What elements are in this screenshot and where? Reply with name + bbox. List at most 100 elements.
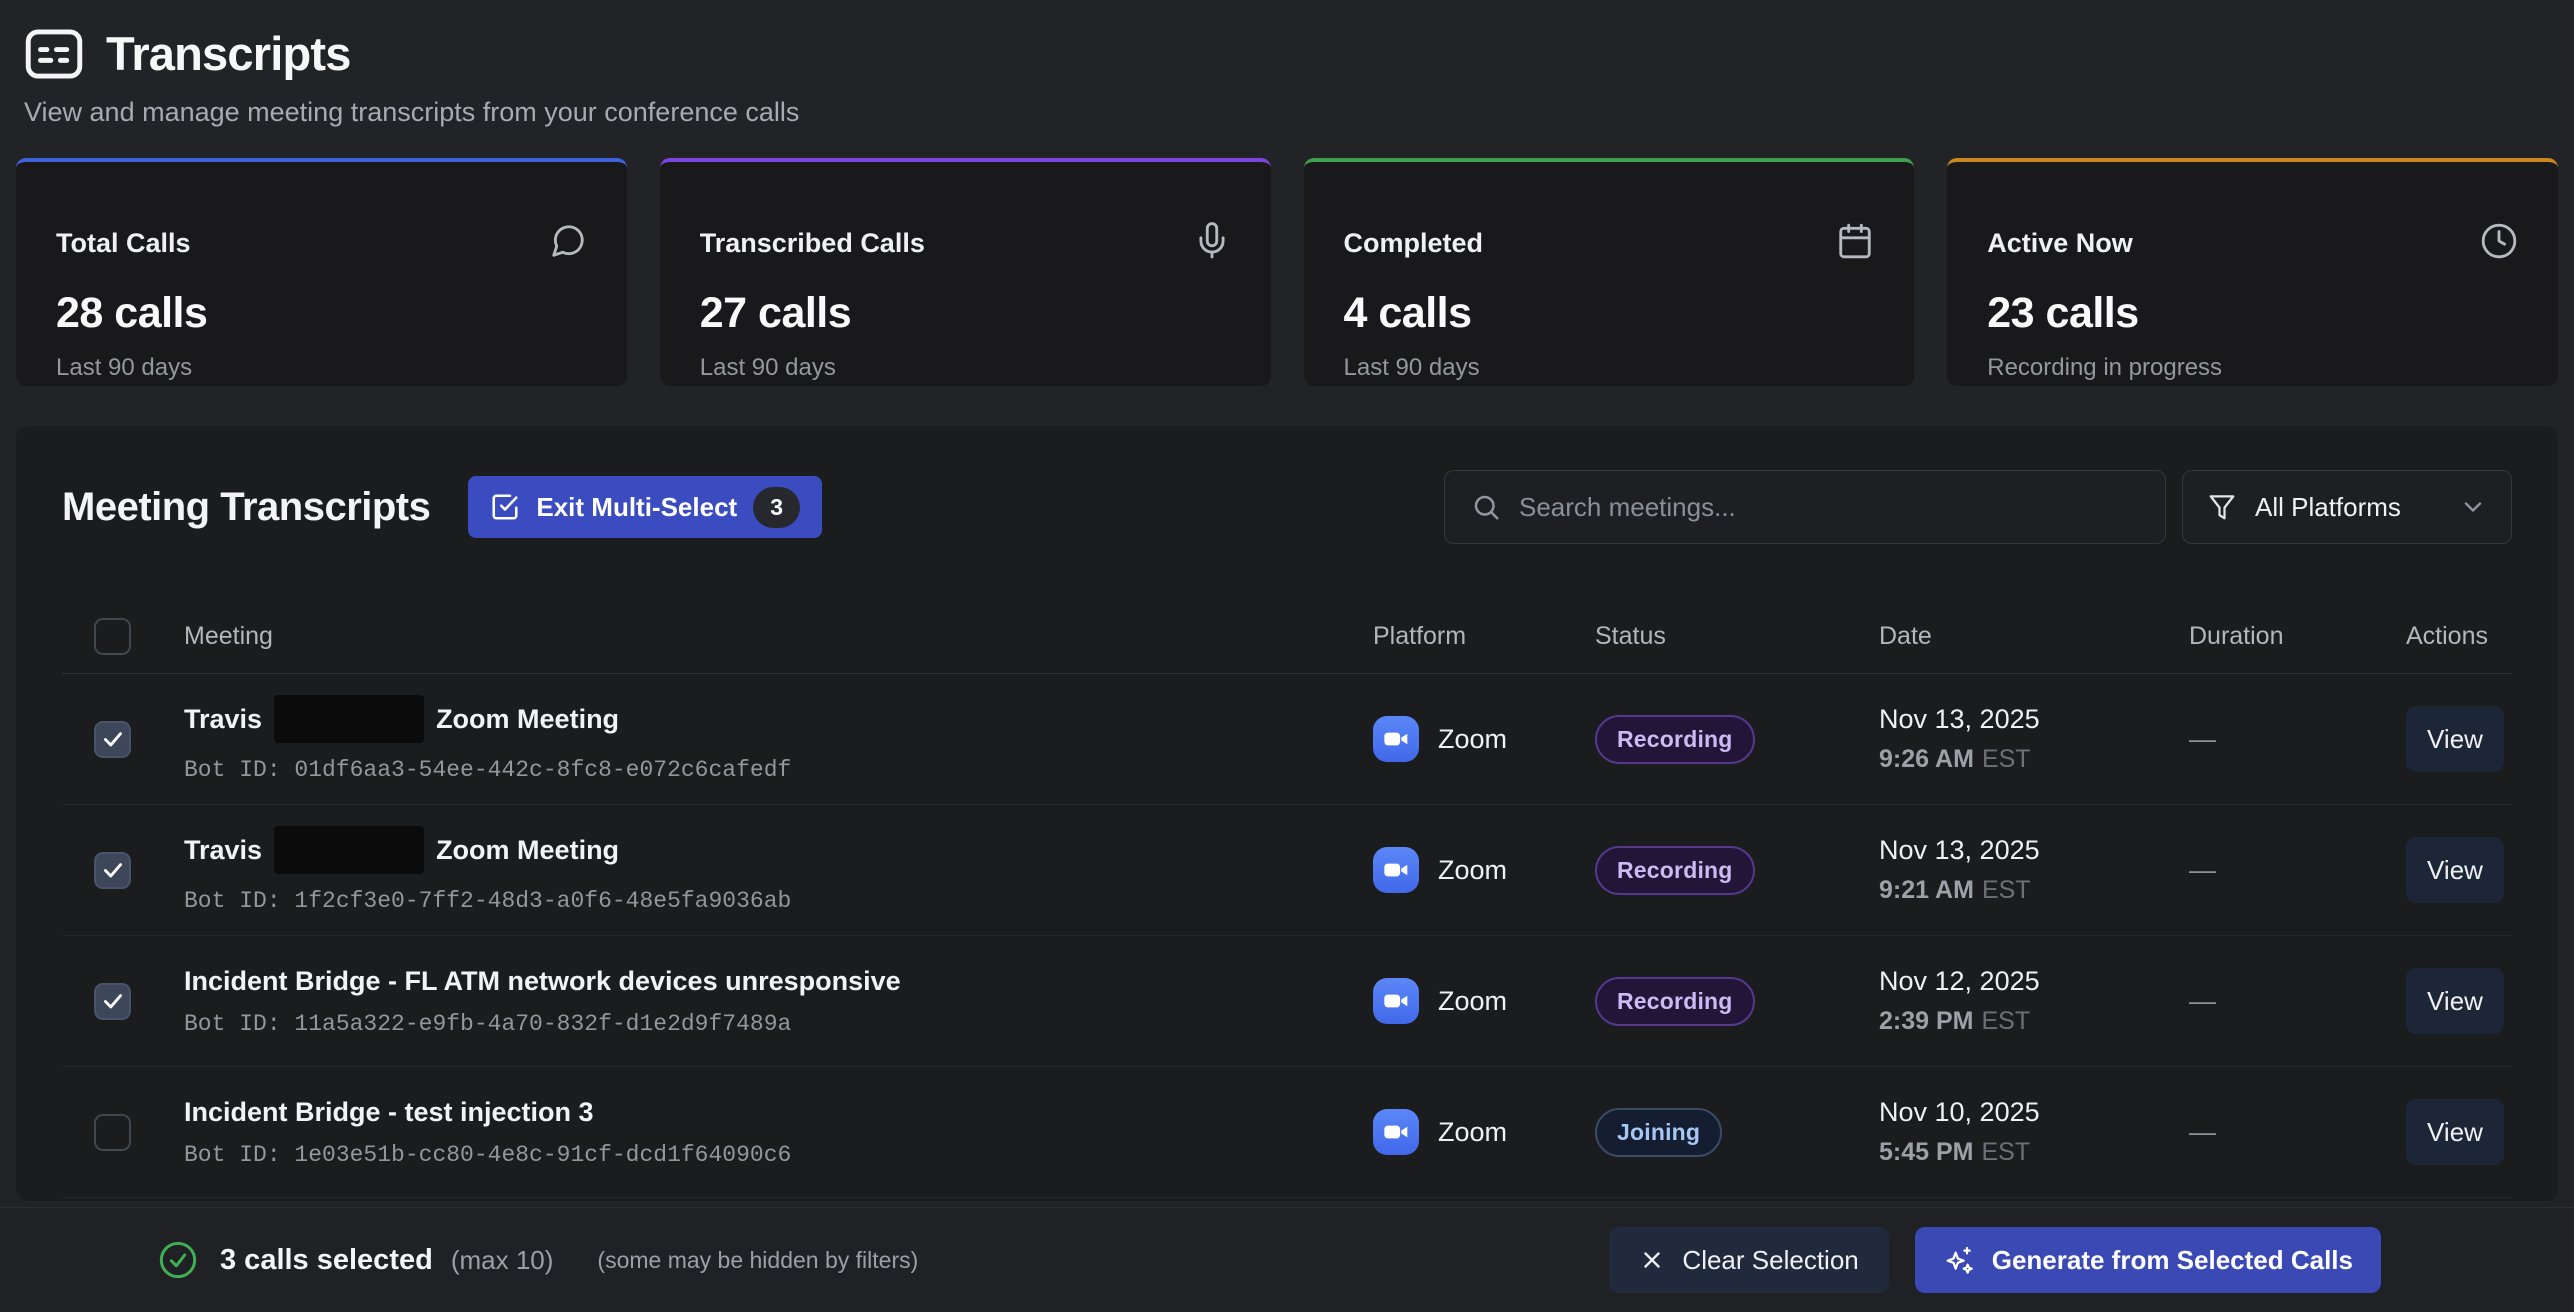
bot-id: Bot ID: 01df6aa3-54ee-442c-8fc8-e072c6ca… [184, 757, 1373, 783]
search-meetings-box[interactable] [1444, 470, 2166, 544]
table-header-row: Meeting Platform Status Date Duration Ac… [62, 600, 2512, 674]
selection-bar: 3 calls selected (max 10) (some may be h… [0, 1207, 2574, 1312]
selection-hidden-note: (some may be hidden by filters) [597, 1247, 918, 1274]
col-header-platform: Platform [1373, 622, 1595, 651]
meeting-time: 5:45 PMEST [1879, 1138, 2189, 1167]
select-all-checkbox[interactable] [94, 618, 131, 655]
meeting-title: Incident Bridge - FL ATM network devices… [184, 966, 1373, 997]
meeting-duration: — [2189, 855, 2406, 886]
meeting-title: Incident Bridge - test injection 3 [184, 1097, 1373, 1128]
meeting-duration: — [2189, 1117, 2406, 1148]
status-badge: Recording [1595, 846, 1755, 895]
stat-card-transcribed-calls: Transcribed Calls 27 calls Last 90 days [660, 158, 1271, 386]
table-row[interactable]: Incident Bridge - test injection 3 Bot I… [62, 1067, 2512, 1198]
clock-icon [2480, 222, 2518, 265]
captions-icon [24, 27, 84, 81]
platform-name: Zoom [1438, 724, 1507, 755]
col-header-actions: Actions [2406, 622, 2512, 651]
stat-label: Total Calls [56, 228, 191, 259]
platform-filter-value: All Platforms [2255, 492, 2441, 523]
meeting-title: Travis Zoom Meeting [184, 826, 1373, 874]
view-button[interactable]: View [2406, 968, 2504, 1034]
row-checkbox[interactable] [94, 721, 131, 758]
col-header-meeting: Meeting [184, 622, 1373, 651]
exit-multi-select-button[interactable]: Exit Multi-Select 3 [468, 476, 822, 538]
page-title: Transcripts [106, 26, 351, 81]
table-row[interactable]: Travis Zoom Meeting Bot ID: 1f2cf3e0-7ff… [62, 805, 2512, 936]
redacted-text [274, 826, 424, 874]
stat-cards: Total Calls 28 calls Last 90 days Transc… [0, 158, 2574, 386]
meeting-title: Travis Zoom Meeting [184, 695, 1373, 743]
stat-value: 27 calls [700, 289, 1231, 338]
meeting-date: Nov 10, 2025 [1879, 1097, 2189, 1128]
stat-label: Completed [1344, 228, 1484, 259]
meeting-transcripts-panel: Meeting Transcripts Exit Multi-Select 3 [16, 426, 2558, 1201]
bot-id: Bot ID: 1e03e51b-cc80-4e8c-91cf-dcd1f640… [184, 1142, 1373, 1168]
stat-sub: Last 90 days [56, 354, 587, 382]
page-subtitle: View and manage meeting transcripts from… [24, 97, 2554, 128]
view-button[interactable]: View [2406, 706, 2504, 772]
sparkles-icon [1943, 1244, 1975, 1276]
zoom-platform-icon [1373, 1109, 1419, 1155]
meeting-date: Nov 12, 2025 [1879, 966, 2189, 997]
stat-label: Transcribed Calls [700, 228, 925, 259]
page-header: Transcripts View and manage meeting tran… [0, 0, 2574, 128]
platform-filter-dropdown[interactable]: All Platforms [2182, 470, 2512, 544]
meeting-time: 9:26 AMEST [1879, 745, 2189, 774]
platform-name: Zoom [1438, 986, 1507, 1017]
status-badge: Recording [1595, 715, 1755, 764]
stat-card-total-calls: Total Calls 28 calls Last 90 days [16, 158, 627, 386]
exit-multi-select-label: Exit Multi-Select [536, 492, 737, 523]
meeting-time: 9:21 AMEST [1879, 876, 2189, 905]
meeting-duration: — [2189, 724, 2406, 755]
row-checkbox[interactable] [94, 1114, 131, 1151]
microphone-icon [1193, 222, 1231, 265]
search-icon [1471, 492, 1501, 522]
bot-id: Bot ID: 1f2cf3e0-7ff2-48d3-a0f6-48e5fa90… [184, 888, 1373, 914]
filter-icon [2207, 492, 2237, 522]
transcripts-table: Meeting Platform Status Date Duration Ac… [62, 600, 2512, 1198]
close-icon [1639, 1247, 1665, 1273]
transcripts-page: Transcripts View and manage meeting tran… [0, 0, 2574, 1312]
zoom-platform-icon [1373, 978, 1419, 1024]
row-checkbox[interactable] [94, 852, 131, 889]
selection-count-badge: 3 [753, 487, 800, 528]
col-header-duration: Duration [2189, 622, 2406, 651]
status-badge: Recording [1595, 977, 1755, 1026]
panel-title: Meeting Transcripts [62, 485, 430, 530]
stat-sub: Recording in progress [1987, 354, 2518, 382]
chevron-down-icon [2459, 493, 2487, 521]
stat-label: Active Now [1987, 228, 2133, 259]
col-header-date: Date [1879, 622, 2189, 651]
stat-sub: Last 90 days [700, 354, 1231, 382]
meeting-date: Nov 13, 2025 [1879, 704, 2189, 735]
view-button[interactable]: View [2406, 837, 2504, 903]
stat-card-completed: Completed 4 calls Last 90 days [1304, 158, 1915, 386]
platform-name: Zoom [1438, 1117, 1507, 1148]
calendar-icon [1836, 222, 1874, 265]
meeting-time: 2:39 PMEST [1879, 1007, 2189, 1036]
stat-card-active-now: Active Now 23 calls Recording in progres… [1947, 158, 2558, 386]
stat-value: 28 calls [56, 289, 587, 338]
status-badge: Joining [1595, 1108, 1722, 1157]
redacted-text [274, 695, 424, 743]
bot-id: Bot ID: 11a5a322-e9fb-4a70-832f-d1e2d9f7… [184, 1011, 1373, 1037]
clear-selection-button[interactable]: Clear Selection [1609, 1227, 1888, 1293]
selection-max-text: (max 10) [451, 1245, 554, 1276]
stat-sub: Last 90 days [1344, 354, 1875, 382]
stat-value: 23 calls [1987, 289, 2518, 338]
table-row[interactable]: Incident Bridge - FL ATM network devices… [62, 936, 2512, 1067]
search-input[interactable] [1519, 492, 2139, 523]
row-checkbox[interactable] [94, 983, 131, 1020]
zoom-platform-icon [1373, 847, 1419, 893]
meeting-duration: — [2189, 986, 2406, 1017]
zoom-platform-icon [1373, 716, 1419, 762]
selected-count-text: 3 calls selected [220, 1244, 433, 1277]
col-header-status: Status [1595, 622, 1879, 651]
generate-from-selected-button[interactable]: Generate from Selected Calls [1915, 1227, 2381, 1293]
stat-value: 4 calls [1344, 289, 1875, 338]
table-row[interactable]: Travis Zoom Meeting Bot ID: 01df6aa3-54e… [62, 674, 2512, 805]
chat-bubble-icon [549, 222, 587, 265]
check-circle-icon [158, 1240, 198, 1280]
view-button[interactable]: View [2406, 1099, 2504, 1165]
